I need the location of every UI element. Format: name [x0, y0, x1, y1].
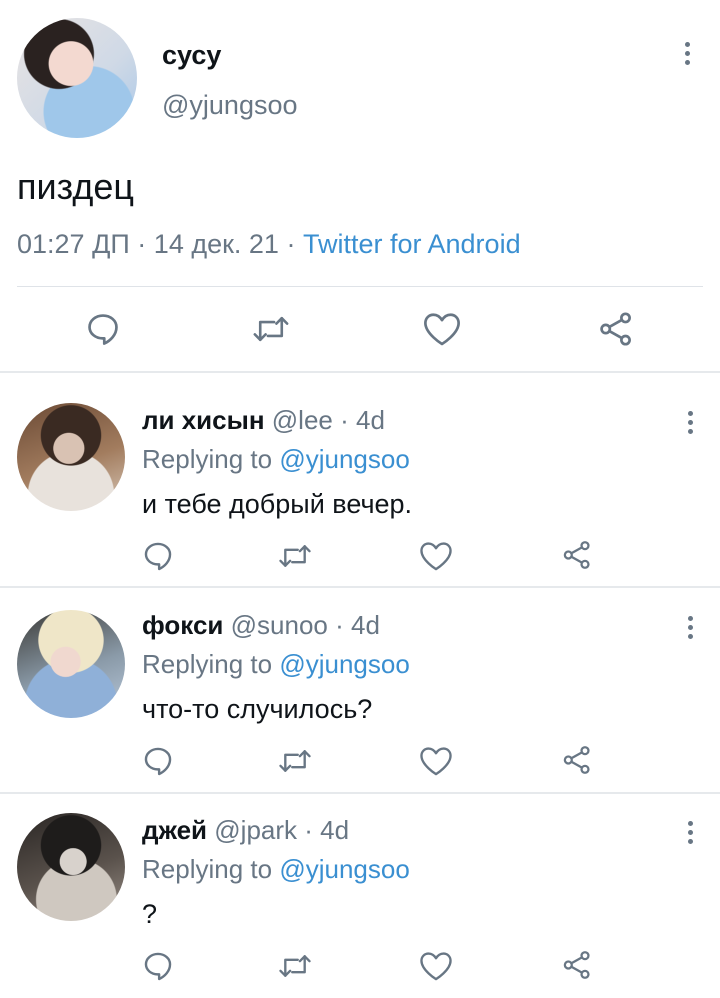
reply-text: ?	[142, 899, 158, 929]
tweet-text: пиздец	[17, 166, 134, 207]
replying-mention[interactable]: @yjungsoo	[279, 854, 409, 884]
tweet-source-link[interactable]: Twitter for Android	[303, 229, 521, 259]
reply-display-name[interactable]: фокси	[142, 610, 223, 640]
heart-icon[interactable]	[418, 949, 454, 983]
reply-display-name[interactable]: ли хисын	[142, 405, 265, 435]
replying-label: Replying to	[142, 444, 273, 474]
reply-handle[interactable]: @lee	[272, 405, 333, 435]
heart-icon[interactable]	[418, 744, 454, 778]
reply-author[interactable]: фокси @sunoo · 4d	[142, 610, 380, 641]
retweet-icon[interactable]	[277, 744, 313, 778]
reply-handle[interactable]: @sunoo	[231, 610, 328, 640]
replying-label: Replying to	[142, 854, 273, 884]
share-icon[interactable]	[597, 310, 635, 348]
meta-separator: ·	[335, 610, 344, 640]
retweet-icon[interactable]	[277, 539, 313, 573]
tweet-time: 01:27 ДП	[17, 229, 130, 259]
share-icon[interactable]	[561, 949, 593, 981]
replying-to: Replying to @yjungsoo	[142, 649, 410, 680]
speech-bubble-icon[interactable]	[141, 539, 175, 573]
avatar[interactable]	[17, 18, 137, 138]
divider	[17, 286, 703, 287]
list-item[interactable]: джей @jpark · 4d Replying to @yjungsoo ?	[0, 794, 720, 998]
speech-bubble-icon[interactable]	[141, 744, 175, 778]
replying-label: Replying to	[142, 649, 273, 679]
replying-to: Replying to @yjungsoo	[142, 444, 410, 475]
vertical-dots-icon[interactable]	[684, 42, 690, 65]
heart-icon[interactable]	[421, 310, 463, 348]
author-handle[interactable]: @yjungsoo	[162, 90, 298, 121]
list-item[interactable]: фокси @sunoo · 4d Replying to @yjungsoo …	[0, 588, 720, 792]
list-item[interactable]: ли хисын @lee · 4d Replying to @yjungsoo…	[0, 373, 720, 586]
retweet-icon[interactable]	[277, 949, 313, 983]
reply-author[interactable]: джей @jpark · 4d	[142, 815, 349, 846]
replying-mention[interactable]: @yjungsoo	[279, 649, 409, 679]
share-icon[interactable]	[561, 539, 593, 571]
replying-to: Replying to @yjungsoo	[142, 854, 410, 885]
tweet-meta: 01:27 ДП · 14 дек. 21 · Twitter for Andr…	[17, 229, 521, 260]
author-display-name[interactable]: сусу	[162, 40, 221, 71]
heart-icon[interactable]	[418, 539, 454, 573]
reply-handle[interactable]: @jpark	[214, 815, 297, 845]
meta-separator: ·	[286, 229, 296, 259]
speech-bubble-icon[interactable]	[141, 949, 175, 983]
vertical-dots-icon[interactable]	[687, 616, 693, 639]
reply-age: 4d	[320, 815, 350, 845]
avatar[interactable]	[17, 813, 125, 921]
speech-bubble-icon[interactable]	[84, 310, 122, 348]
reply-display-name[interactable]: джей	[142, 815, 207, 845]
reply-age: 4d	[351, 610, 380, 640]
meta-separator: ·	[304, 815, 313, 845]
vertical-dots-icon[interactable]	[687, 821, 693, 844]
avatar[interactable]	[17, 403, 125, 511]
reply-age: 4d	[356, 405, 385, 435]
reply-text: что-то случилось?	[142, 694, 373, 724]
meta-separator: ·	[137, 229, 147, 259]
vertical-dots-icon[interactable]	[687, 411, 693, 434]
reply-author[interactable]: ли хисын @lee · 4d	[142, 405, 385, 436]
share-icon[interactable]	[561, 744, 593, 776]
main-tweet: сусу @yjungsoo пиздец 01:27 ДП · 14 дек.…	[0, 0, 720, 372]
replying-mention[interactable]: @yjungsoo	[279, 444, 409, 474]
reply-text: и тебе добрый вечер.	[142, 489, 413, 519]
tweet-date: 14 дек. 21	[153, 229, 279, 259]
meta-separator: ·	[340, 405, 349, 435]
avatar[interactable]	[17, 610, 125, 718]
retweet-icon[interactable]	[251, 310, 291, 348]
